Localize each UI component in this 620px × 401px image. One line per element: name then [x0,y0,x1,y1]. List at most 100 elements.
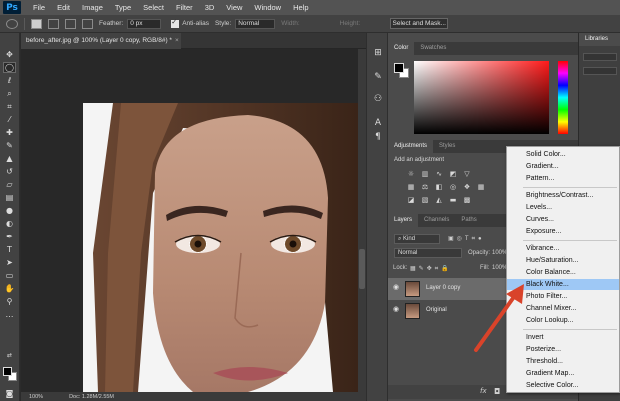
menu-gradient-map[interactable]: Gradient Map... [507,368,619,379]
lock-icons[interactable]: ▦✎✥⌗🔒 [410,265,452,273]
levels-icon[interactable]: ▥ [419,170,431,179]
gradient-map-icon[interactable]: ▬ [447,196,459,205]
feather-input[interactable]: 0 px [127,18,162,29]
menu-type[interactable]: Type [109,0,137,15]
menu-pattern[interactable]: Pattern... [507,173,619,184]
quick-select-icon[interactable]: ⌕ [4,89,15,98]
elliptical-marquee-icon[interactable]: ◯ [3,62,16,73]
menu-color-balance[interactable]: Color Balance... [507,267,619,278]
library-select[interactable] [583,53,617,61]
menu-vibrance[interactable]: Vibrance... [507,243,619,254]
channel-mixer-icon[interactable]: ❖ [461,183,473,192]
menu-filter[interactable]: Filter [170,0,199,15]
color-panel-foreground[interactable] [394,63,404,73]
menu-threshold[interactable]: Threshold... [507,356,619,367]
marquee-preset-icon[interactable] [6,18,18,29]
lasso-tool-icon[interactable]: ℓ [4,76,15,85]
color-lookup-icon[interactable]: ▦ [475,183,487,192]
menu-exposure[interactable]: Exposure... [507,226,619,237]
menu-levels[interactable]: Levels... [507,202,619,213]
layer-effects-icon[interactable]: fx [480,387,487,395]
menu-hue-saturation[interactable]: Hue/Saturation... [507,255,619,266]
menu-selective-color[interactable]: Selective Color... [507,380,619,391]
blur-tool-icon[interactable]: ● [4,206,15,215]
quick-mask-icon[interactable]: ◙ [4,389,15,398]
menu-solid-color[interactable]: Solid Color... [507,149,619,160]
rectangle-tool-icon[interactable]: ▭ [4,271,15,280]
color-balance-icon[interactable]: ⚖ [419,183,431,192]
canvas-area[interactable] [21,49,358,392]
menu-curves[interactable]: Curves... [507,214,619,225]
zoom-level[interactable]: 100% [29,394,43,400]
history-panel-icon[interactable]: ⊞ [372,47,384,59]
clone-source-icon[interactable]: ⚇ [372,93,384,105]
eraser-tool-icon[interactable]: ▱ [4,180,15,189]
select-and-mask-button[interactable]: Select and Mask... [390,18,449,29]
posterize-icon[interactable]: ▧ [419,196,431,205]
menu-gradient[interactable]: Gradient... [507,161,619,172]
menu-edit[interactable]: Edit [51,0,76,15]
paragraph-panel-icon[interactable]: ¶ [372,131,384,143]
close-tab-icon[interactable]: × [175,37,179,44]
curves-icon[interactable]: ∿ [433,170,445,179]
menu-image[interactable]: Image [76,0,109,15]
vertical-scrollbar[interactable] [358,49,366,392]
tab-color[interactable]: Color [388,42,415,55]
path-selection-icon[interactable]: ➤ [4,258,15,267]
brush-tool-icon[interactable]: ✎ [4,141,15,150]
tab-adjustments[interactable]: Adjustments [388,140,434,153]
exposure-icon[interactable]: ◩ [447,170,459,179]
menu-select[interactable]: Select [137,0,170,15]
photo-filter-icon[interactable]: ◎ [447,183,459,192]
tab-channels[interactable]: Channels [418,214,455,227]
menu-view[interactable]: View [220,0,248,15]
selective-color-icon[interactable]: ▩ [461,196,473,205]
pen-tool-icon[interactable]: ✒ [4,232,15,241]
menu-3d[interactable]: 3D [199,0,221,15]
tab-paths[interactable]: Paths [455,214,482,227]
invert-icon[interactable]: ◪ [405,196,417,205]
layer-mask-icon[interactable]: ◘ [494,387,500,396]
menu-file[interactable]: File [27,0,51,15]
type-tool-icon[interactable]: T [4,245,15,254]
brightness-contrast-icon[interactable]: ☼ [405,170,417,179]
hue-slider[interactable] [558,61,568,134]
brush-settings-icon[interactable]: ✎ [372,71,384,83]
antialias-checkbox[interactable] [171,18,180,28]
crop-tool-icon[interactable]: ⌗ [4,102,15,111]
history-brush-icon[interactable]: ↺ [4,167,15,176]
vibrance-icon[interactable]: ▽ [461,170,473,179]
scrollbar-thumb[interactable] [359,249,365,289]
tab-layers[interactable]: Layers [388,214,419,227]
tab-styles[interactable]: Styles [433,140,461,153]
more-tools-icon[interactable]: … [4,310,15,319]
healing-brush-icon[interactable]: ✚ [4,128,15,137]
threshold-icon[interactable]: ◭ [433,196,445,205]
gradient-tool-icon[interactable]: ▤ [4,193,15,202]
layer-filter-icons[interactable]: ▣◎T⌗● [448,235,485,243]
menu-help[interactable]: Help [287,0,314,15]
eyedropper-icon[interactable]: ⁄ [4,115,15,124]
hue-saturation-icon[interactable]: ▦ [405,183,417,192]
clone-stamp-icon[interactable]: ▲ [4,154,15,163]
style-select[interactable]: Normal [235,18,276,29]
foreground-color-swatch[interactable] [3,367,12,376]
color-picker-field[interactable] [414,61,549,134]
layer-kind-filter[interactable]: ⌕ Kind [394,234,440,244]
new-selection-icon[interactable] [31,18,42,29]
menu-window[interactable]: Window [248,0,287,15]
subtract-selection-icon[interactable] [65,18,76,29]
blend-mode-select[interactable]: Normal [394,248,462,258]
visibility-eye-icon[interactable]: ◉ [393,284,401,292]
character-panel-icon[interactable]: A [372,117,384,129]
black-white-icon[interactable]: ◧ [433,183,445,192]
visibility-eye-icon[interactable]: ◉ [393,306,401,314]
add-selection-icon[interactable] [48,18,59,29]
tab-swatches[interactable]: Swatches [414,42,452,55]
zoom-tool-icon[interactable]: ⚲ [4,297,15,306]
dodge-tool-icon[interactable]: ◐ [4,219,15,228]
libraries-title[interactable]: Libraries [579,33,620,46]
document-tab[interactable]: before_after.jpg @ 100% (Layer 0 copy, R… [21,33,181,49]
intersect-selection-icon[interactable] [82,18,93,29]
menu-brightness-contrast[interactable]: Brightness/Contrast... [507,190,619,201]
